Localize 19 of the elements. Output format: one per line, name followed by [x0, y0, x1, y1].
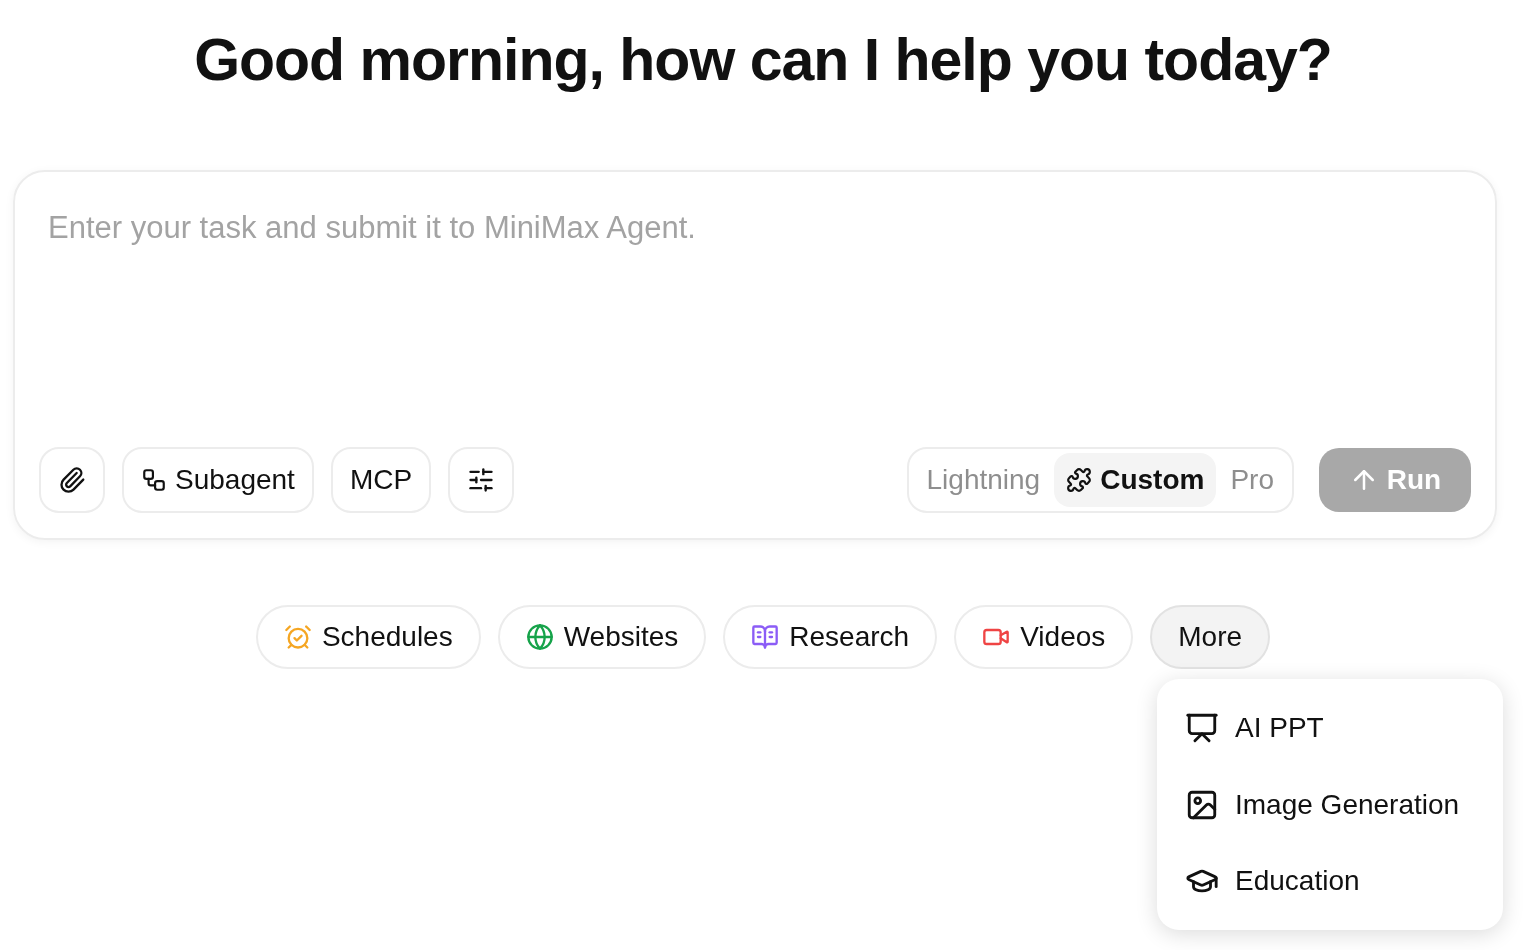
puzzle-icon — [1066, 467, 1093, 493]
menu-item[interactable]: Image Generation — [1169, 769, 1491, 840]
paperclip-icon — [58, 466, 86, 494]
sliders-icon — [467, 466, 496, 494]
nodes-icon — [141, 467, 167, 493]
greeting-heading: Good morning, how can I help you today? — [194, 26, 1332, 95]
shortcut-chip[interactable]: Research — [723, 605, 938, 669]
presentation-icon — [1185, 711, 1219, 745]
attach-button[interactable] — [39, 447, 105, 513]
subagent-button[interactable]: Subagent — [122, 447, 314, 513]
menu-item[interactable]: AI PPT — [1169, 693, 1491, 763]
shortcut-chip[interactable]: Websites — [497, 605, 707, 669]
mode-tab[interactable]: Custom — [1054, 453, 1217, 507]
mcp-button[interactable]: MCP — [330, 447, 432, 513]
shortcut-chip[interactable]: Videos — [954, 605, 1134, 669]
more-button[interactable]: More — [1150, 605, 1271, 669]
shortcut-chip[interactable]: Schedules — [255, 605, 481, 669]
menu-item[interactable]: Education — [1169, 846, 1491, 916]
settings-button[interactable] — [448, 447, 515, 513]
